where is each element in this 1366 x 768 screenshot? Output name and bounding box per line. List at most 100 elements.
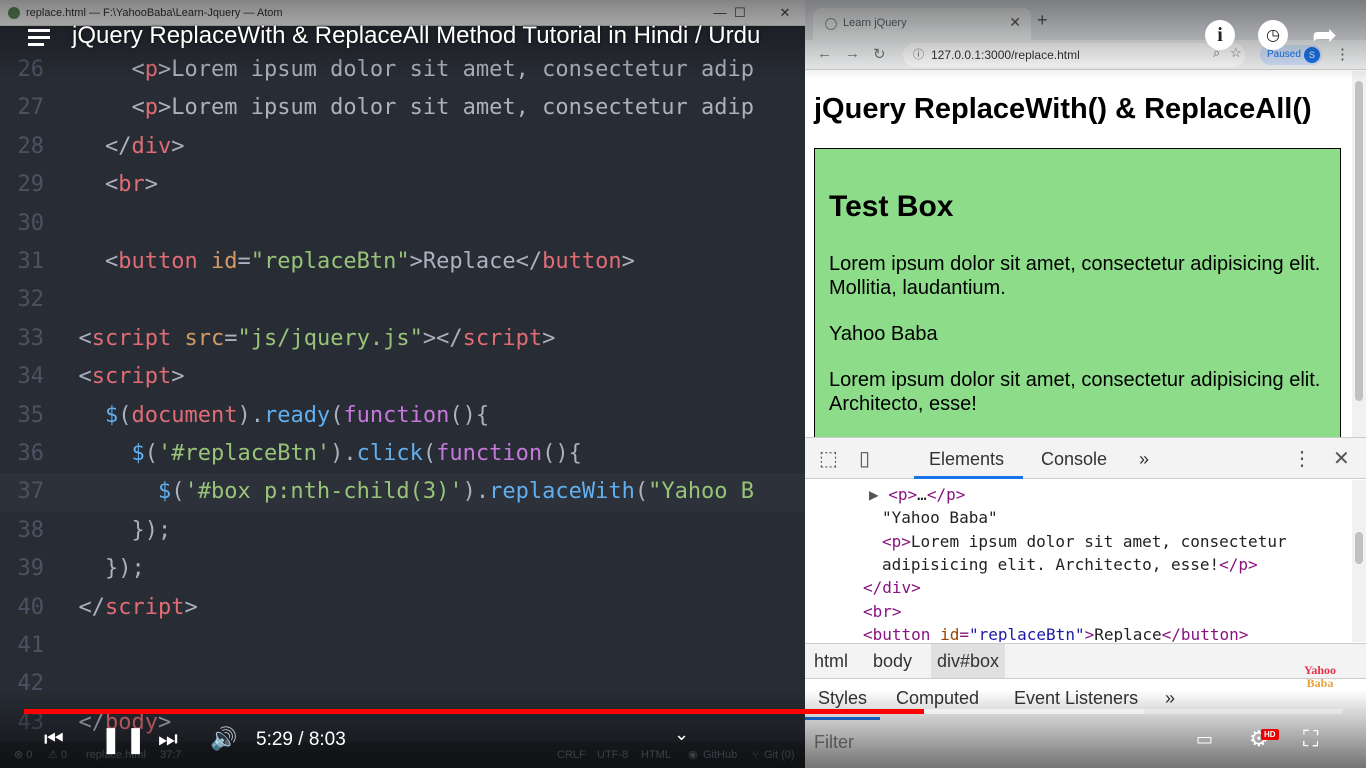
url-text: 127.0.0.1:3000/replace.html [931, 48, 1080, 62]
progress-played [24, 709, 925, 714]
scrollbar-thumb[interactable] [1355, 532, 1363, 564]
styles-filter-input[interactable]: Filter [814, 732, 854, 753]
info-icon[interactable]: i [1205, 20, 1235, 50]
line-number: 39 [17, 556, 45, 582]
code-line[interactable]: 30 [0, 205, 805, 244]
code-text[interactable]: </div> [52, 128, 185, 167]
code-line[interactable]: 40 </script> [0, 589, 805, 628]
dom-tree[interactable]: ▶ <p>…</p> "Yahoo Baba" <p>Lorem ipsum dol… [805, 480, 1366, 642]
box-paragraph-1: Lorem ipsum dolor sit amet, consectetur … [829, 253, 1321, 299]
code-line[interactable]: 26 <p>Lorem ipsum dolor sit amet, consec… [0, 51, 805, 90]
grammar-selector[interactable]: HTML [641, 742, 671, 768]
code-line[interactable]: 31 <button id="replaceBtn">Replace</butt… [0, 243, 805, 282]
channel-watermark[interactable]: Yahoo Baba [1304, 664, 1336, 690]
forward-arrow-icon[interactable]: → [845, 45, 860, 62]
inspect-element-icon[interactable]: ⬚ [819, 446, 838, 471]
line-number: 30 [17, 210, 45, 236]
next-icon[interactable]: ⏭ [158, 727, 178, 752]
tab-elements[interactable]: Elements [929, 449, 1004, 470]
breadcrumb-html[interactable]: html [814, 651, 848, 672]
code-text[interactable]: <p>Lorem ipsum dolor sit amet, consectet… [52, 51, 754, 90]
page-scrollbar[interactable] [1352, 71, 1366, 437]
volume-icon[interactable]: 🔊 [210, 727, 237, 752]
github-icon[interactable]: ◉ [688, 742, 698, 768]
address-bar[interactable]: ⓘ 127.0.0.1:3000/replace.html [903, 43, 1245, 67]
file-encoding[interactable]: UTF-8 [597, 742, 628, 768]
bookmark-star-icon[interactable]: ☆ [1230, 45, 1242, 61]
chevron-down-icon[interactable]: ⌄ [674, 724, 689, 745]
code-text[interactable]: $(document).ready(function(){ [52, 397, 489, 436]
device-toggle-icon[interactable]: ▯ [859, 446, 870, 471]
code-line[interactable]: 33 <script src="js/jquery.js"></script> [0, 320, 805, 359]
line-ending[interactable]: CRLF [557, 742, 586, 768]
breadcrumb-div-box[interactable]: div#box [931, 644, 1006, 678]
code-line[interactable]: 38 }); [0, 512, 805, 551]
devtools-close-icon[interactable]: ✕ [1333, 446, 1350, 471]
scrollbar-thumb[interactable] [1355, 81, 1363, 401]
browser-tab[interactable]: Learn jQuery ✕ [813, 8, 1031, 40]
dom-node[interactable]: adipisicing elit. Architecto, esse!</p> [882, 554, 1258, 576]
code-line[interactable]: 34 <script> [0, 358, 805, 397]
info-icon[interactable]: ⓘ [913, 43, 924, 67]
box-paragraph-3: Lorem ipsum dolor sit amet, consectetur … [829, 369, 1321, 415]
dom-node[interactable]: "Yahoo Baba" [882, 507, 998, 529]
code-text[interactable]: $('#replaceBtn').click(function(){ [52, 435, 581, 474]
dom-node[interactable]: <button id="replaceBtn">Replace</button> [863, 624, 1248, 642]
dom-node[interactable]: ▶ <p>…</p> [869, 484, 965, 506]
close-window-button[interactable]: ✕ [765, 0, 805, 26]
video-title[interactable]: jQuery ReplaceWith & ReplaceAll Method T… [72, 22, 760, 50]
back-arrow-icon[interactable]: ← [817, 45, 832, 62]
dom-scrollbar[interactable] [1352, 480, 1366, 642]
tab-event-listeners[interactable]: Event Listeners [1014, 688, 1138, 709]
tab-console[interactable]: Console [1041, 449, 1107, 470]
subtitles-icon[interactable]: ▭ [1196, 729, 1213, 750]
more-tabs-icon[interactable]: » [1139, 449, 1149, 470]
tab-computed[interactable]: Computed [896, 688, 979, 709]
error-count[interactable]: ⊗ 0 [14, 742, 32, 768]
dom-node[interactable]: <p>Lorem ipsum dolor sit amet, consectet… [882, 531, 1287, 553]
tab-close-icon[interactable]: ✕ [1009, 14, 1021, 31]
kebab-menu-icon[interactable]: ⋮ [1335, 45, 1350, 63]
code-line[interactable]: 29 <br> [0, 166, 805, 205]
code-line[interactable]: 41 [0, 627, 805, 666]
code-line[interactable]: 28 </div> [0, 128, 805, 167]
code-text[interactable]: <p>Lorem ipsum dolor sit amet, consectet… [52, 89, 754, 128]
code-text[interactable]: <script> [52, 358, 185, 397]
code-text[interactable]: <button id="replaceBtn">Replace</button> [52, 243, 635, 282]
line-number: 27 [17, 95, 45, 121]
code-text[interactable]: }); [52, 512, 171, 551]
code-text[interactable]: <script src="js/jquery.js"></script> [52, 320, 556, 359]
line-number: 41 [17, 633, 45, 658]
code-line[interactable]: 42 [0, 665, 805, 704]
code-text[interactable]: $('#box p:nth-child(3)').replaceWith("Ya… [52, 473, 754, 512]
dom-node[interactable]: <br> [863, 601, 902, 623]
code-line[interactable]: 35 $(document).ready(function(){ [0, 397, 805, 436]
code-line[interactable]: 37 $('#box p:nth-child(3)').replaceWith(… [0, 473, 805, 512]
share-arrow-icon[interactable]: ➦ [1312, 18, 1337, 53]
git-button[interactable]: Git (0) [764, 742, 795, 768]
code-line[interactable]: 27 <p>Lorem ipsum dolor sit amet, consec… [0, 89, 805, 128]
dom-node[interactable]: </div> [863, 577, 921, 599]
fullscreen-exit-icon[interactable]: ⛶ [1303, 727, 1318, 752]
code-text[interactable]: </script> [52, 589, 198, 628]
devtools-menu-icon[interactable]: ⋮ [1292, 446, 1312, 471]
code-line[interactable]: 39 }); [0, 550, 805, 589]
progress-bar[interactable] [24, 709, 1342, 714]
code-line[interactable]: 36 $('#replaceBtn').click(function(){ [0, 435, 805, 474]
code-text[interactable]: }); [52, 550, 145, 589]
tab-styles[interactable]: Styles [818, 688, 867, 709]
new-tab-button[interactable]: + [1037, 10, 1048, 31]
playlist-menu-icon[interactable] [28, 27, 52, 49]
watch-later-clock-icon[interactable]: ◷ [1258, 20, 1288, 50]
code-editor[interactable]: 26 <p>Lorem ipsum dolor sit amet, consec… [0, 51, 805, 741]
pause-icon[interactable]: ❚❚ [100, 725, 150, 755]
line-number: 37 [17, 479, 45, 505]
more-style-tabs-icon[interactable]: » [1165, 688, 1175, 709]
previous-icon[interactable]: ⏮ [44, 727, 64, 752]
code-line[interactable]: 32 [0, 281, 805, 320]
code-text[interactable]: <br> [52, 166, 158, 205]
breadcrumb-body[interactable]: body [873, 651, 912, 672]
github-button[interactable]: GitHub [703, 742, 737, 768]
reload-icon[interactable]: ↻ [873, 45, 886, 63]
git-icon[interactable]: ⑂ [752, 742, 759, 768]
